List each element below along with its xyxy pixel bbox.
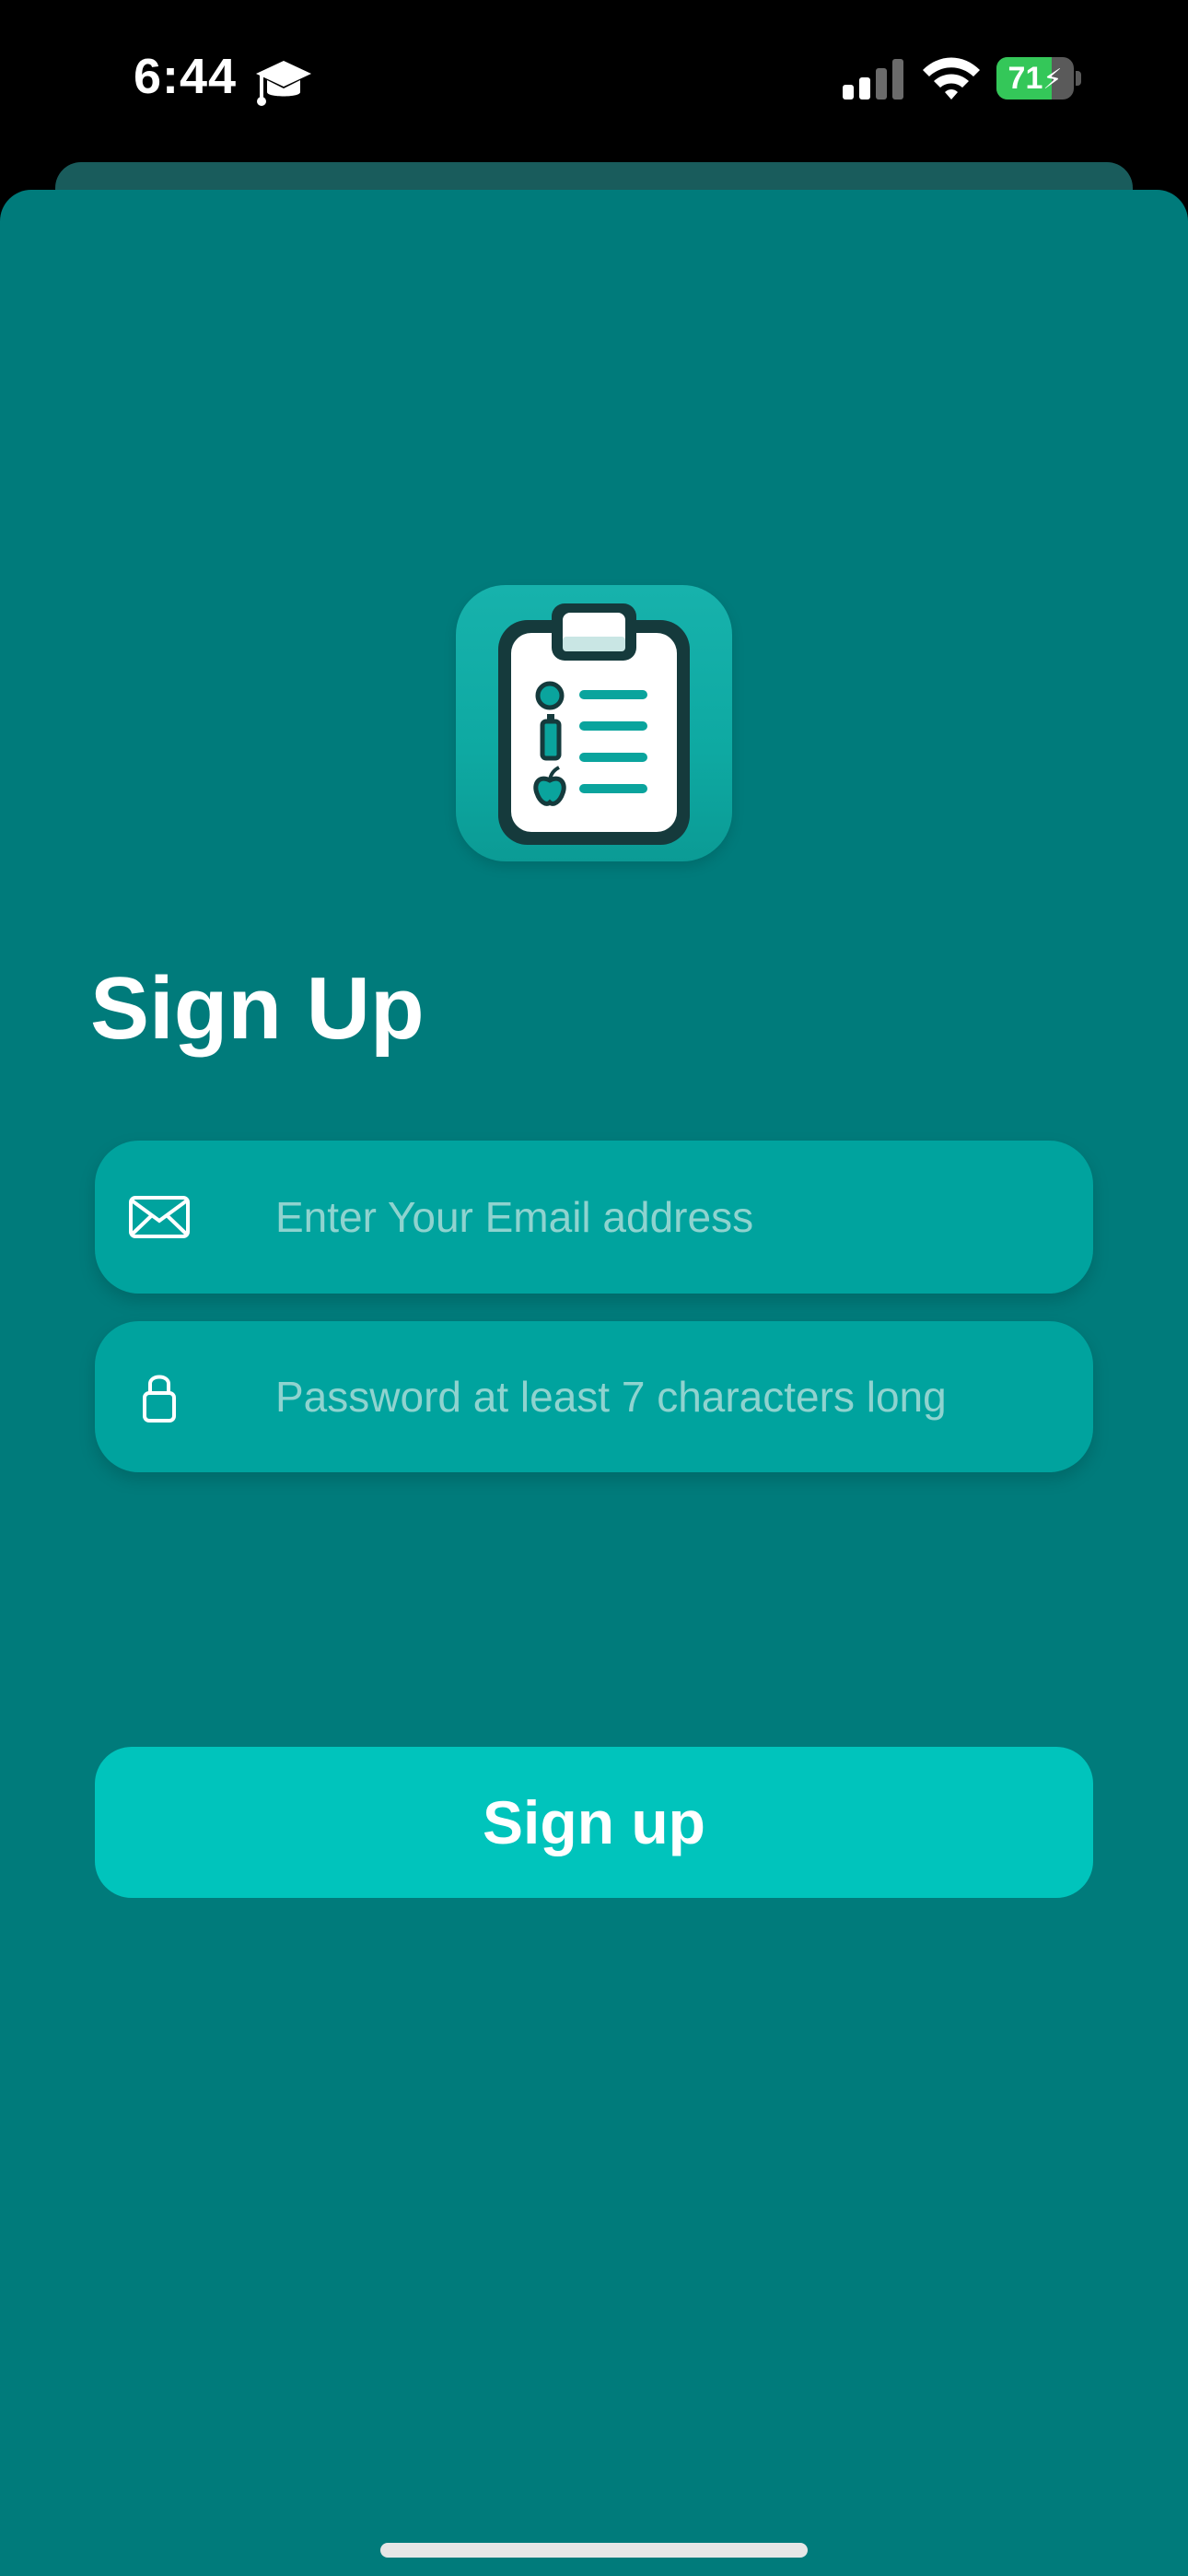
home-indicator[interactable]	[380, 2543, 808, 2558]
charging-bolt-icon: ⚡	[1042, 64, 1063, 95]
wifi-icon	[923, 57, 980, 100]
battery-percent: 71⚡	[996, 57, 1074, 100]
envelope-icon	[129, 1196, 190, 1238]
graduation-cap-icon	[256, 61, 311, 106]
battery-nub	[1076, 71, 1081, 86]
clipboard-checklist-icon	[498, 603, 690, 845]
app-logo	[456, 585, 732, 861]
status-bar: 6:44 71⚡	[0, 0, 1188, 157]
password-field[interactable]	[95, 1321, 1093, 1472]
battery-body: 71⚡	[996, 57, 1074, 100]
cellular-signal-icon	[843, 59, 903, 100]
page-title: Sign Up	[90, 959, 425, 1058]
lock-icon	[143, 1375, 176, 1423]
sign-up-button[interactable]: Sign up	[95, 1747, 1093, 1898]
battery-icon: 71⚡	[996, 57, 1081, 100]
email-input[interactable]	[275, 1141, 1067, 1294]
status-time: 6:44	[134, 49, 238, 104]
screen: 6:44 71⚡ Sign Up Enter Your Email addres…	[0, 0, 1188, 2576]
password-input[interactable]	[275, 1321, 1067, 1472]
email-field[interactable]	[95, 1141, 1093, 1294]
battery-label: 71	[1007, 61, 1043, 96]
